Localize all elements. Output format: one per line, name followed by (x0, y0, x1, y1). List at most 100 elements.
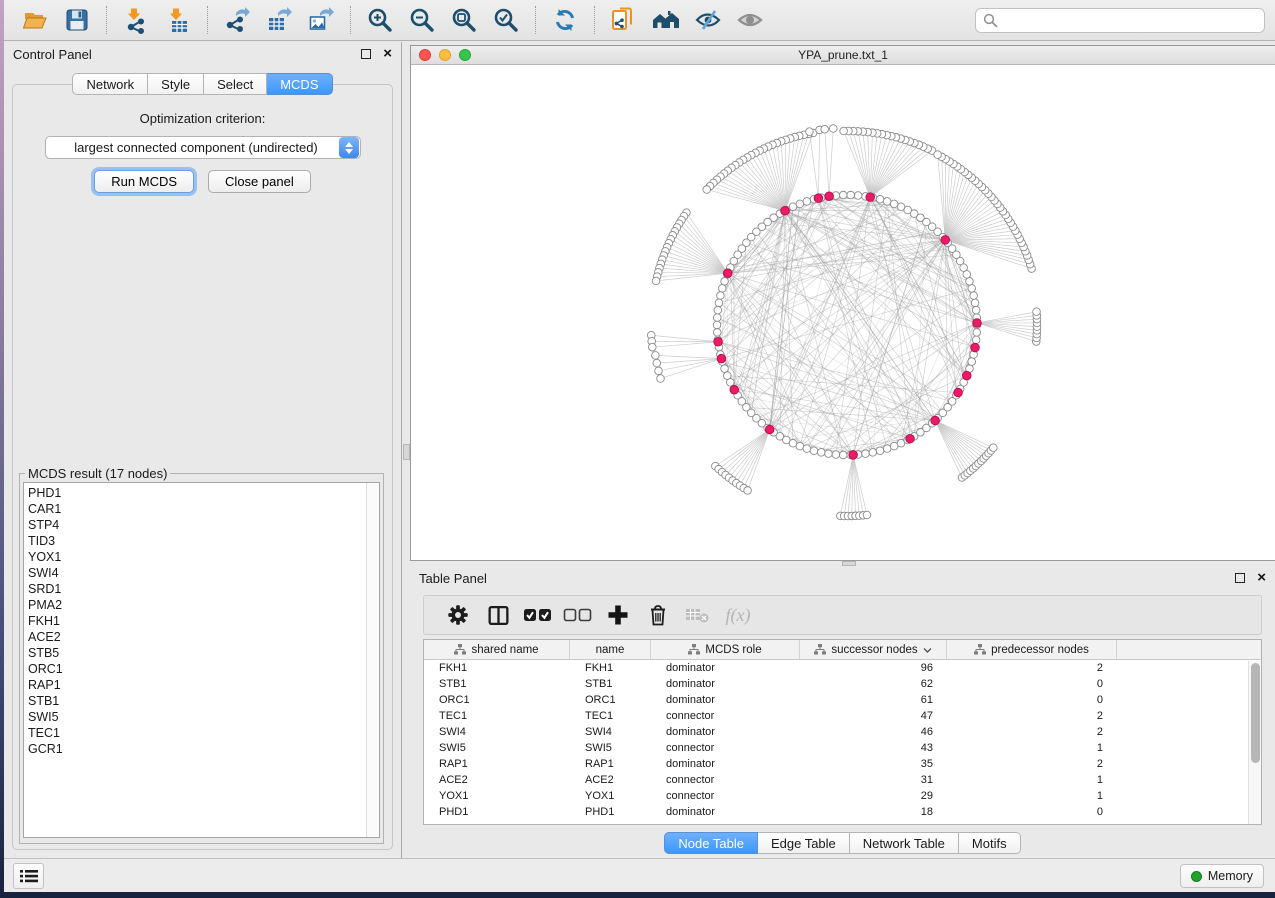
houses-icon[interactable] (651, 5, 681, 35)
cell-MCDS-role: dominator (651, 662, 800, 674)
mcds-result-item[interactable]: YOX1 (28, 549, 379, 565)
table-scrollbar[interactable] (1248, 661, 1261, 824)
share-document-icon[interactable] (609, 5, 639, 35)
mcds-result-list[interactable]: PHD1CAR1STP4TID3YOX1SWI4SRD1PMA2FKH1ACE2… (23, 482, 380, 838)
unselect-all-icon[interactable] (558, 601, 598, 629)
search-input[interactable] (998, 13, 1257, 27)
table-row[interactable]: STB1STB1dominator620 (424, 676, 1261, 692)
export-network-icon[interactable] (222, 5, 252, 35)
cell-name: RAP1 (570, 758, 651, 770)
mcds-result-item[interactable]: GCR1 (28, 741, 379, 757)
hide-eye-icon[interactable] (693, 5, 723, 35)
mcds-result-item[interactable]: ORC1 (28, 661, 379, 677)
mcds-result-item[interactable]: STP4 (28, 517, 379, 533)
close-table-panel-icon[interactable]: × (1257, 573, 1266, 583)
table-scrollbar-thumb[interactable] (1251, 663, 1260, 763)
zoom-out-icon[interactable] (407, 5, 437, 35)
mcds-list-scrollbar[interactable] (366, 483, 379, 837)
optimization-criterion-dropdown[interactable]: largest connected component (undirected) (45, 136, 361, 159)
save-session-icon[interactable] (62, 5, 92, 35)
delete-icon[interactable] (638, 601, 678, 629)
zoom-in-icon[interactable] (365, 5, 395, 35)
memory-button[interactable]: Memory (1180, 864, 1264, 888)
mcds-result-item[interactable]: PMA2 (28, 597, 379, 613)
select-all-icon[interactable] (518, 601, 558, 629)
column-header-successor-nodes[interactable]: successor nodes (800, 640, 947, 659)
mcds-result-item[interactable]: RAP1 (28, 677, 379, 693)
column-header-predecessor-nodes[interactable]: predecessor nodes (947, 640, 1117, 659)
import-network-icon[interactable] (121, 5, 151, 35)
cell-MCDS-role: dominator (651, 694, 800, 706)
mcds-result-item[interactable]: SWI5 (28, 709, 379, 725)
window-zoom-icon[interactable] (459, 49, 471, 61)
refresh-icon[interactable] (550, 5, 580, 35)
function-builder-icon[interactable]: f(x) (718, 601, 758, 629)
table-row[interactable]: RAP1RAP1dominator352 (424, 756, 1261, 772)
task-list-button[interactable] (13, 863, 44, 889)
table-row[interactable]: FKH1FKH1dominator962 (424, 660, 1261, 676)
mcds-result-item[interactable]: SRD1 (28, 581, 379, 597)
close-panel-button[interactable]: Close panel (208, 170, 311, 193)
network-canvas[interactable] (411, 66, 1275, 560)
column-type-icon (688, 644, 700, 655)
zoom-selected-icon[interactable] (491, 5, 521, 35)
export-table-icon[interactable] (264, 5, 294, 35)
node-table: shared namenameMCDS rolesuccessor nodesp… (423, 639, 1262, 825)
zoom-fit-icon[interactable] (449, 5, 479, 35)
tab-style[interactable]: Style (148, 73, 204, 95)
mcds-result-item[interactable]: ACE2 (28, 629, 379, 645)
show-columns-icon[interactable] (478, 601, 518, 629)
cell-shared-name: FKH1 (424, 662, 570, 674)
mcds-result-item[interactable]: STB5 (28, 645, 379, 661)
network-window-titlebar[interactable]: YPA_prune.txt_1 (411, 46, 1275, 65)
cell-shared-name: RAP1 (424, 758, 570, 770)
toolbar-separator (535, 6, 536, 34)
table-row[interactable]: TEC1TEC1connector472 (424, 708, 1261, 724)
table-row[interactable]: SWI5SWI5connector431 (424, 740, 1261, 756)
table-row[interactable]: PHD1PHD1dominator180 (424, 804, 1261, 820)
table-row[interactable]: ACE2ACE2connector311 (424, 772, 1261, 788)
cell-shared-name: ORC1 (424, 694, 570, 706)
table-row[interactable]: ORC1ORC1dominator610 (424, 692, 1261, 708)
float-table-panel-icon[interactable] (1235, 573, 1245, 583)
table-panel: Table Panel × (410, 566, 1275, 858)
tab-select[interactable]: Select (204, 73, 267, 95)
float-panel-icon[interactable] (361, 49, 371, 59)
cell-predecessor-nodes: 2 (947, 758, 1117, 770)
cell-MCDS-role: connector (651, 790, 800, 802)
mcds-result-item[interactable]: TID3 (28, 533, 379, 549)
column-header-shared-name[interactable]: shared name (424, 640, 570, 659)
window-minimize-icon[interactable] (439, 49, 451, 61)
run-mcds-button[interactable]: Run MCDS (94, 170, 194, 193)
close-panel-icon[interactable]: × (383, 49, 392, 59)
vertical-splitter-handle[interactable] (403, 444, 410, 460)
open-file-icon[interactable] (20, 5, 50, 35)
settings-gear-icon[interactable] (438, 601, 478, 629)
import-table-icon[interactable] (163, 5, 193, 35)
tab-node-table[interactable]: Node Table (664, 832, 758, 854)
tab-mcds[interactable]: MCDS (267, 73, 332, 95)
export-image-icon[interactable] (306, 5, 336, 35)
column-header-name[interactable]: name (570, 640, 651, 659)
add-icon[interactable] (598, 601, 638, 629)
mcds-result-item[interactable]: CAR1 (28, 501, 379, 517)
search-box[interactable] (975, 8, 1265, 33)
cell-shared-name: ACE2 (424, 774, 570, 786)
table-row[interactable]: SWI4SWI4dominator462 (424, 724, 1261, 740)
table-row[interactable]: YOX1YOX1connector291 (424, 788, 1261, 804)
cell-successor-nodes: 35 (800, 758, 947, 770)
mcds-result-item[interactable]: TEC1 (28, 725, 379, 741)
mcds-result-item[interactable]: SWI4 (28, 565, 379, 581)
tab-network[interactable]: Network (72, 73, 148, 95)
window-close-icon[interactable] (419, 49, 431, 61)
mcds-result-item[interactable]: FKH1 (28, 613, 379, 629)
mcds-result-item[interactable]: STB1 (28, 693, 379, 709)
tab-network-table[interactable]: Network Table (850, 832, 959, 854)
mcds-result-item[interactable]: PHD1 (28, 485, 379, 501)
cell-name: ORC1 (570, 694, 651, 706)
eye-disabled-icon[interactable] (735, 5, 765, 35)
tab-edge-table[interactable]: Edge Table (758, 832, 850, 854)
delete-table-icon[interactable] (678, 601, 718, 629)
tab-motifs[interactable]: Motifs (959, 832, 1021, 854)
column-header-MCDS-role[interactable]: MCDS role (651, 640, 800, 659)
